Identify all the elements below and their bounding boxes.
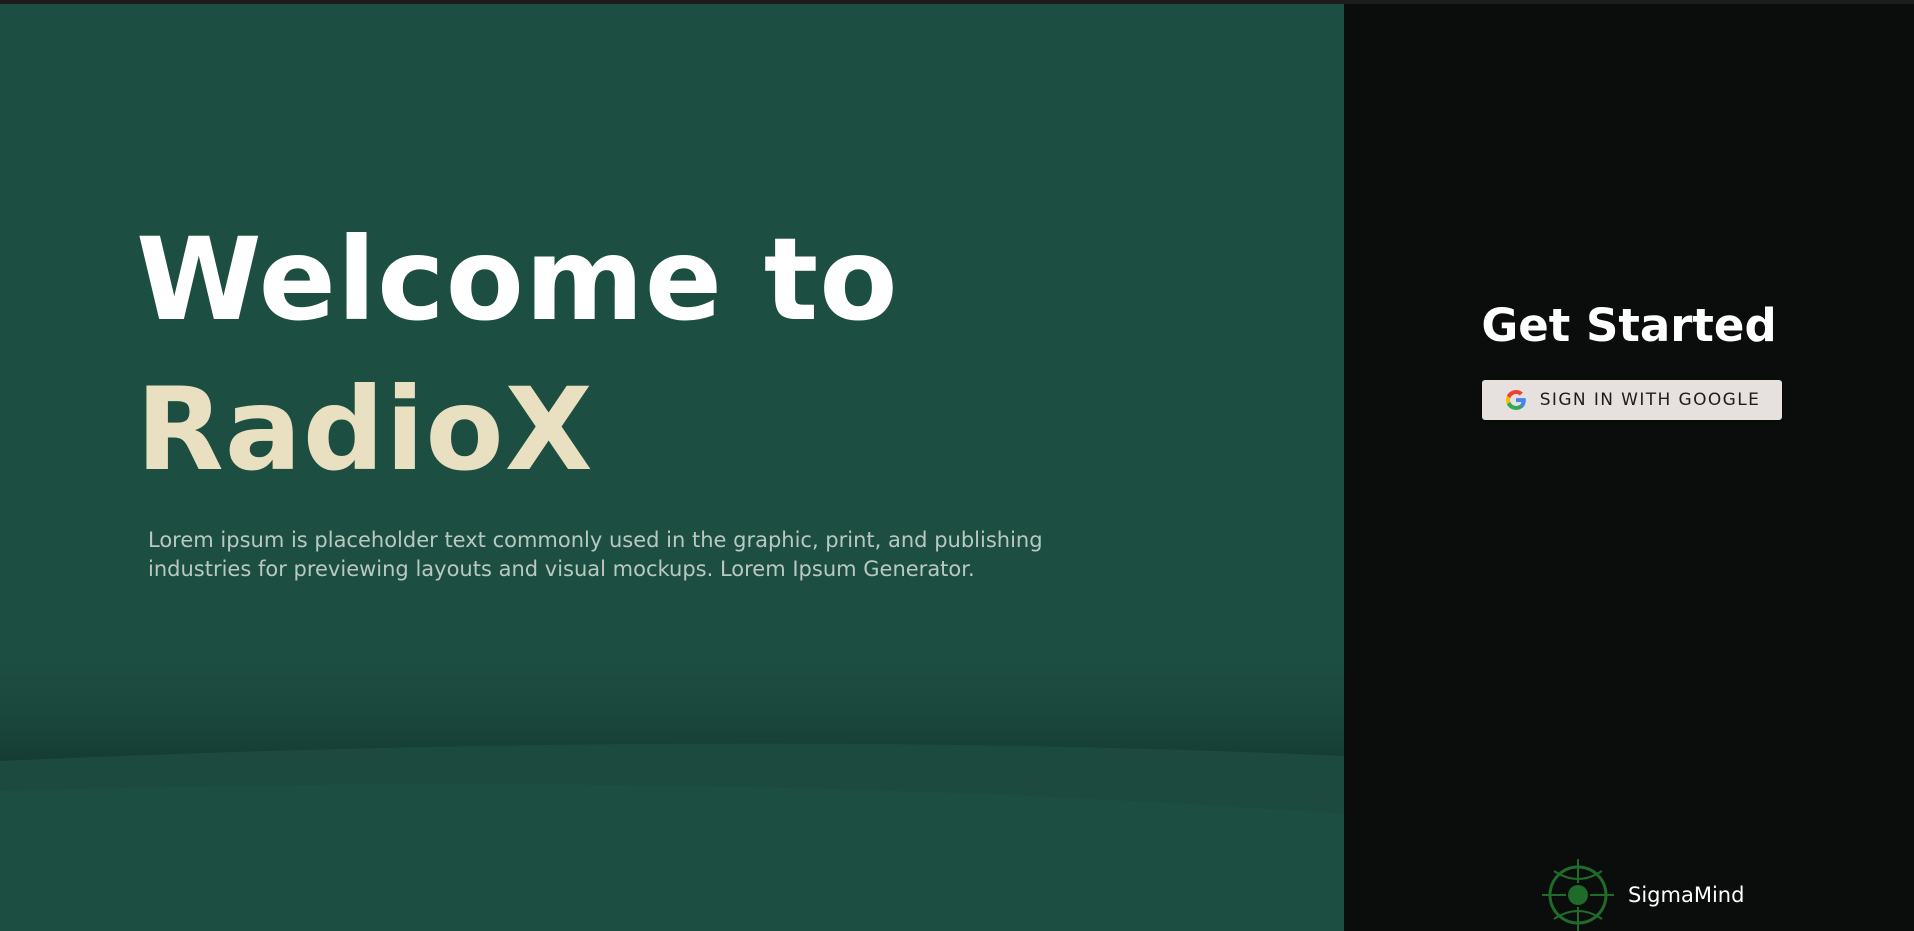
brand-name: SigmaMind [1628, 883, 1745, 907]
google-sign-in-button[interactable]: SIGN IN WITH GOOGLE [1482, 380, 1782, 420]
hero-description: Lorem ipsum is placeholder text commonly… [148, 528, 1043, 581]
auth-panel: Get Started SIGN IN WITH GOOGLE SigmaMin… [1344, 4, 1914, 931]
page: Welcome to RadioX Lorem ipsum is placeho… [0, 0, 1914, 931]
google-g-icon [1505, 389, 1526, 411]
hero-panel: Welcome to RadioX Lorem ipsum is placeho… [0, 4, 1344, 931]
sigmamind-logo-icon [1542, 859, 1614, 931]
brand-footer: SigmaMind [1540, 857, 1744, 931]
top-bar [0, 0, 1914, 4]
hero-title-app-name: RadioX [136, 363, 594, 496]
hero-title-welcome: Welcome to [136, 213, 899, 346]
get-started-heading: Get Started [1481, 299, 1777, 352]
google-sign-in-label: SIGN IN WITH GOOGLE [1539, 390, 1761, 410]
